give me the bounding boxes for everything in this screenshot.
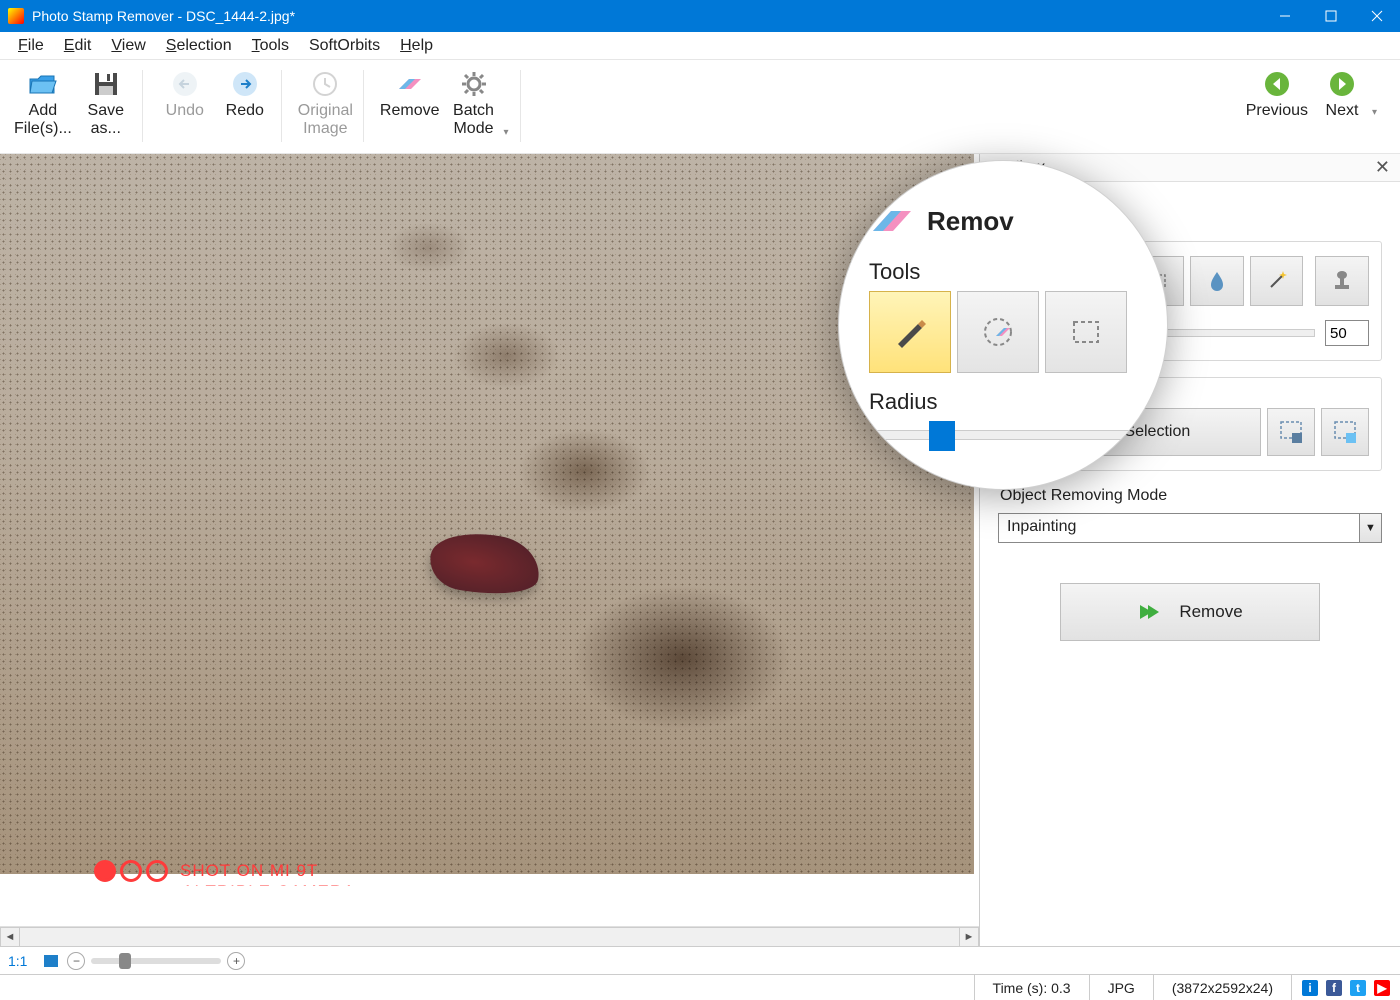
droplet-icon: [1205, 269, 1229, 293]
zoom-slider[interactable]: [91, 958, 221, 964]
menu-selection[interactable]: Selection: [156, 34, 242, 58]
arrow-right-icon: [1326, 68, 1358, 100]
magnifier-radius-slider[interactable]: [869, 423, 1137, 439]
undo-icon: [169, 68, 201, 100]
magnifier-tools-label: Tools: [869, 259, 1137, 285]
folder-open-icon: [27, 68, 59, 100]
tool-magic-wand[interactable]: [1250, 256, 1304, 306]
previous-button[interactable]: Previous: [1242, 66, 1312, 122]
selection-load-icon: [1332, 419, 1358, 445]
mag-tool-freehand[interactable]: [957, 291, 1039, 373]
selection-save-icon: [1278, 419, 1304, 445]
marquee-icon: [1066, 312, 1106, 352]
load-selection-button[interactable]: [1321, 408, 1369, 456]
stamp-icons: [94, 860, 168, 882]
status-dimensions: (3872x2592x24): [1153, 975, 1291, 1000]
mode-select[interactable]: Inpainting ▼: [998, 513, 1382, 543]
magnifier-radius-label: Radius: [869, 389, 1137, 415]
original-image-button[interactable]: Original Image: [294, 66, 357, 140]
stamp-icon: [1330, 269, 1354, 293]
zoom-fit-button[interactable]: [35, 954, 67, 968]
youtube-icon[interactable]: ▶: [1374, 980, 1390, 996]
chevron-down-icon[interactable]: ▼: [1360, 513, 1382, 543]
menu-softorbits[interactable]: SoftOrbits: [299, 34, 390, 58]
clock-icon: [309, 68, 341, 100]
zoom-out-button[interactable]: −: [67, 952, 85, 970]
scroll-track[interactable]: [20, 927, 959, 947]
photo-content: [0, 154, 974, 874]
magnifier-overlay: Remov Tools Radius: [838, 160, 1168, 490]
menu-tools[interactable]: Tools: [242, 34, 299, 58]
scroll-left-icon[interactable]: ◄: [0, 927, 20, 947]
status-format: JPG: [1089, 975, 1153, 1000]
minimize-button[interactable]: [1262, 0, 1308, 32]
pencil-icon: [890, 312, 930, 352]
nav-overflow-icon[interactable]: ▾: [1372, 107, 1382, 118]
next-button[interactable]: Next: [1312, 66, 1372, 122]
menu-edit[interactable]: Edit: [54, 34, 102, 58]
mag-tool-marquee[interactable]: [1045, 291, 1127, 373]
app-icon: [8, 8, 24, 24]
scroll-right-icon[interactable]: ►: [959, 927, 979, 947]
mode-value: Inpainting: [998, 513, 1360, 543]
close-button[interactable]: [1354, 0, 1400, 32]
title-bar: Photo Stamp Remover - DSC_1444-2.jpg*: [0, 0, 1400, 32]
play-icon: [1137, 601, 1159, 623]
status-bar: Time (s): 0.3 JPG (3872x2592x24) i f t ▶: [0, 974, 1400, 1000]
redo-icon: [229, 68, 261, 100]
maximize-button[interactable]: [1308, 0, 1354, 32]
window-title: Photo Stamp Remover - DSC_1444-2.jpg*: [32, 8, 1262, 24]
tool-color-select[interactable]: [1190, 256, 1244, 306]
save-selection-button[interactable]: [1267, 408, 1315, 456]
batch-mode-button[interactable]: Batch Mode: [444, 66, 504, 140]
fit-screen-icon: [43, 954, 59, 968]
leaf-object: [426, 525, 545, 603]
magnifier-title: Remov: [927, 206, 1014, 237]
tool-clone-stamp[interactable]: [1315, 256, 1369, 306]
photo: SHOT ON MI 9T AI TRIPLE CAMERA: [0, 154, 974, 874]
image-viewport[interactable]: SHOT ON MI 9T AI TRIPLE CAMERA: [0, 154, 979, 886]
eraser-icon: [394, 68, 426, 100]
redo-button[interactable]: Redo: [215, 66, 275, 122]
zoom-1-1-button[interactable]: 1:1: [0, 953, 35, 969]
stamp-line2: AI TRIPLE CAMERA: [182, 882, 355, 886]
status-empty: [0, 975, 974, 1000]
zoom-in-button[interactable]: +: [227, 952, 245, 970]
save-icon: [90, 68, 122, 100]
horizontal-scrollbar[interactable]: ◄ ►: [0, 926, 979, 946]
canvas-area: SHOT ON MI 9T AI TRIPLE CAMERA ◄ ►: [0, 154, 980, 946]
menu-view[interactable]: View: [101, 34, 155, 58]
status-time: Time (s): 0.3: [974, 975, 1089, 1000]
undo-button[interactable]: Undo: [155, 66, 215, 122]
facebook-icon[interactable]: f: [1326, 980, 1342, 996]
magic-wand-icon: [1265, 269, 1289, 293]
stamp-line1: SHOT ON MI 9T: [180, 861, 318, 881]
menu-help[interactable]: Help: [390, 34, 443, 58]
toolbar-overflow-icon[interactable]: ▾: [504, 127, 514, 138]
main-area: SHOT ON MI 9T AI TRIPLE CAMERA ◄ ► Remov…: [0, 154, 1400, 946]
twitter-icon[interactable]: t: [1350, 980, 1366, 996]
mag-tool-pencil[interactable]: [869, 291, 951, 373]
save-as-button[interactable]: Saveas...: [76, 66, 136, 140]
lasso-eraser-icon: [978, 312, 1018, 352]
info-icon[interactable]: i: [1302, 980, 1318, 996]
menu-file[interactable]: File: [8, 34, 54, 58]
menu-bar: File Edit View Selection Tools SoftOrbit…: [0, 32, 1400, 60]
watermark-stamp: SHOT ON MI 9T AI TRIPLE CAMERA: [94, 860, 355, 886]
zoom-bar: 1:1 − +: [0, 946, 1400, 974]
toolbox-close-icon[interactable]: ✕: [1375, 157, 1390, 178]
arrow-left-icon: [1261, 68, 1293, 100]
toolbar: Add File(s)... Saveas... Undo Redo Origi…: [0, 60, 1400, 154]
remove-button[interactable]: Remove: [376, 66, 444, 122]
radius-input[interactable]: [1325, 320, 1369, 346]
add-files-button[interactable]: Add File(s)...: [10, 66, 76, 140]
remove-action-button[interactable]: Remove: [1060, 583, 1320, 641]
status-social: i f t ▶: [1291, 975, 1400, 1000]
gear-icon: [458, 68, 490, 100]
mode-label: Object Removing Mode: [1000, 487, 1382, 505]
